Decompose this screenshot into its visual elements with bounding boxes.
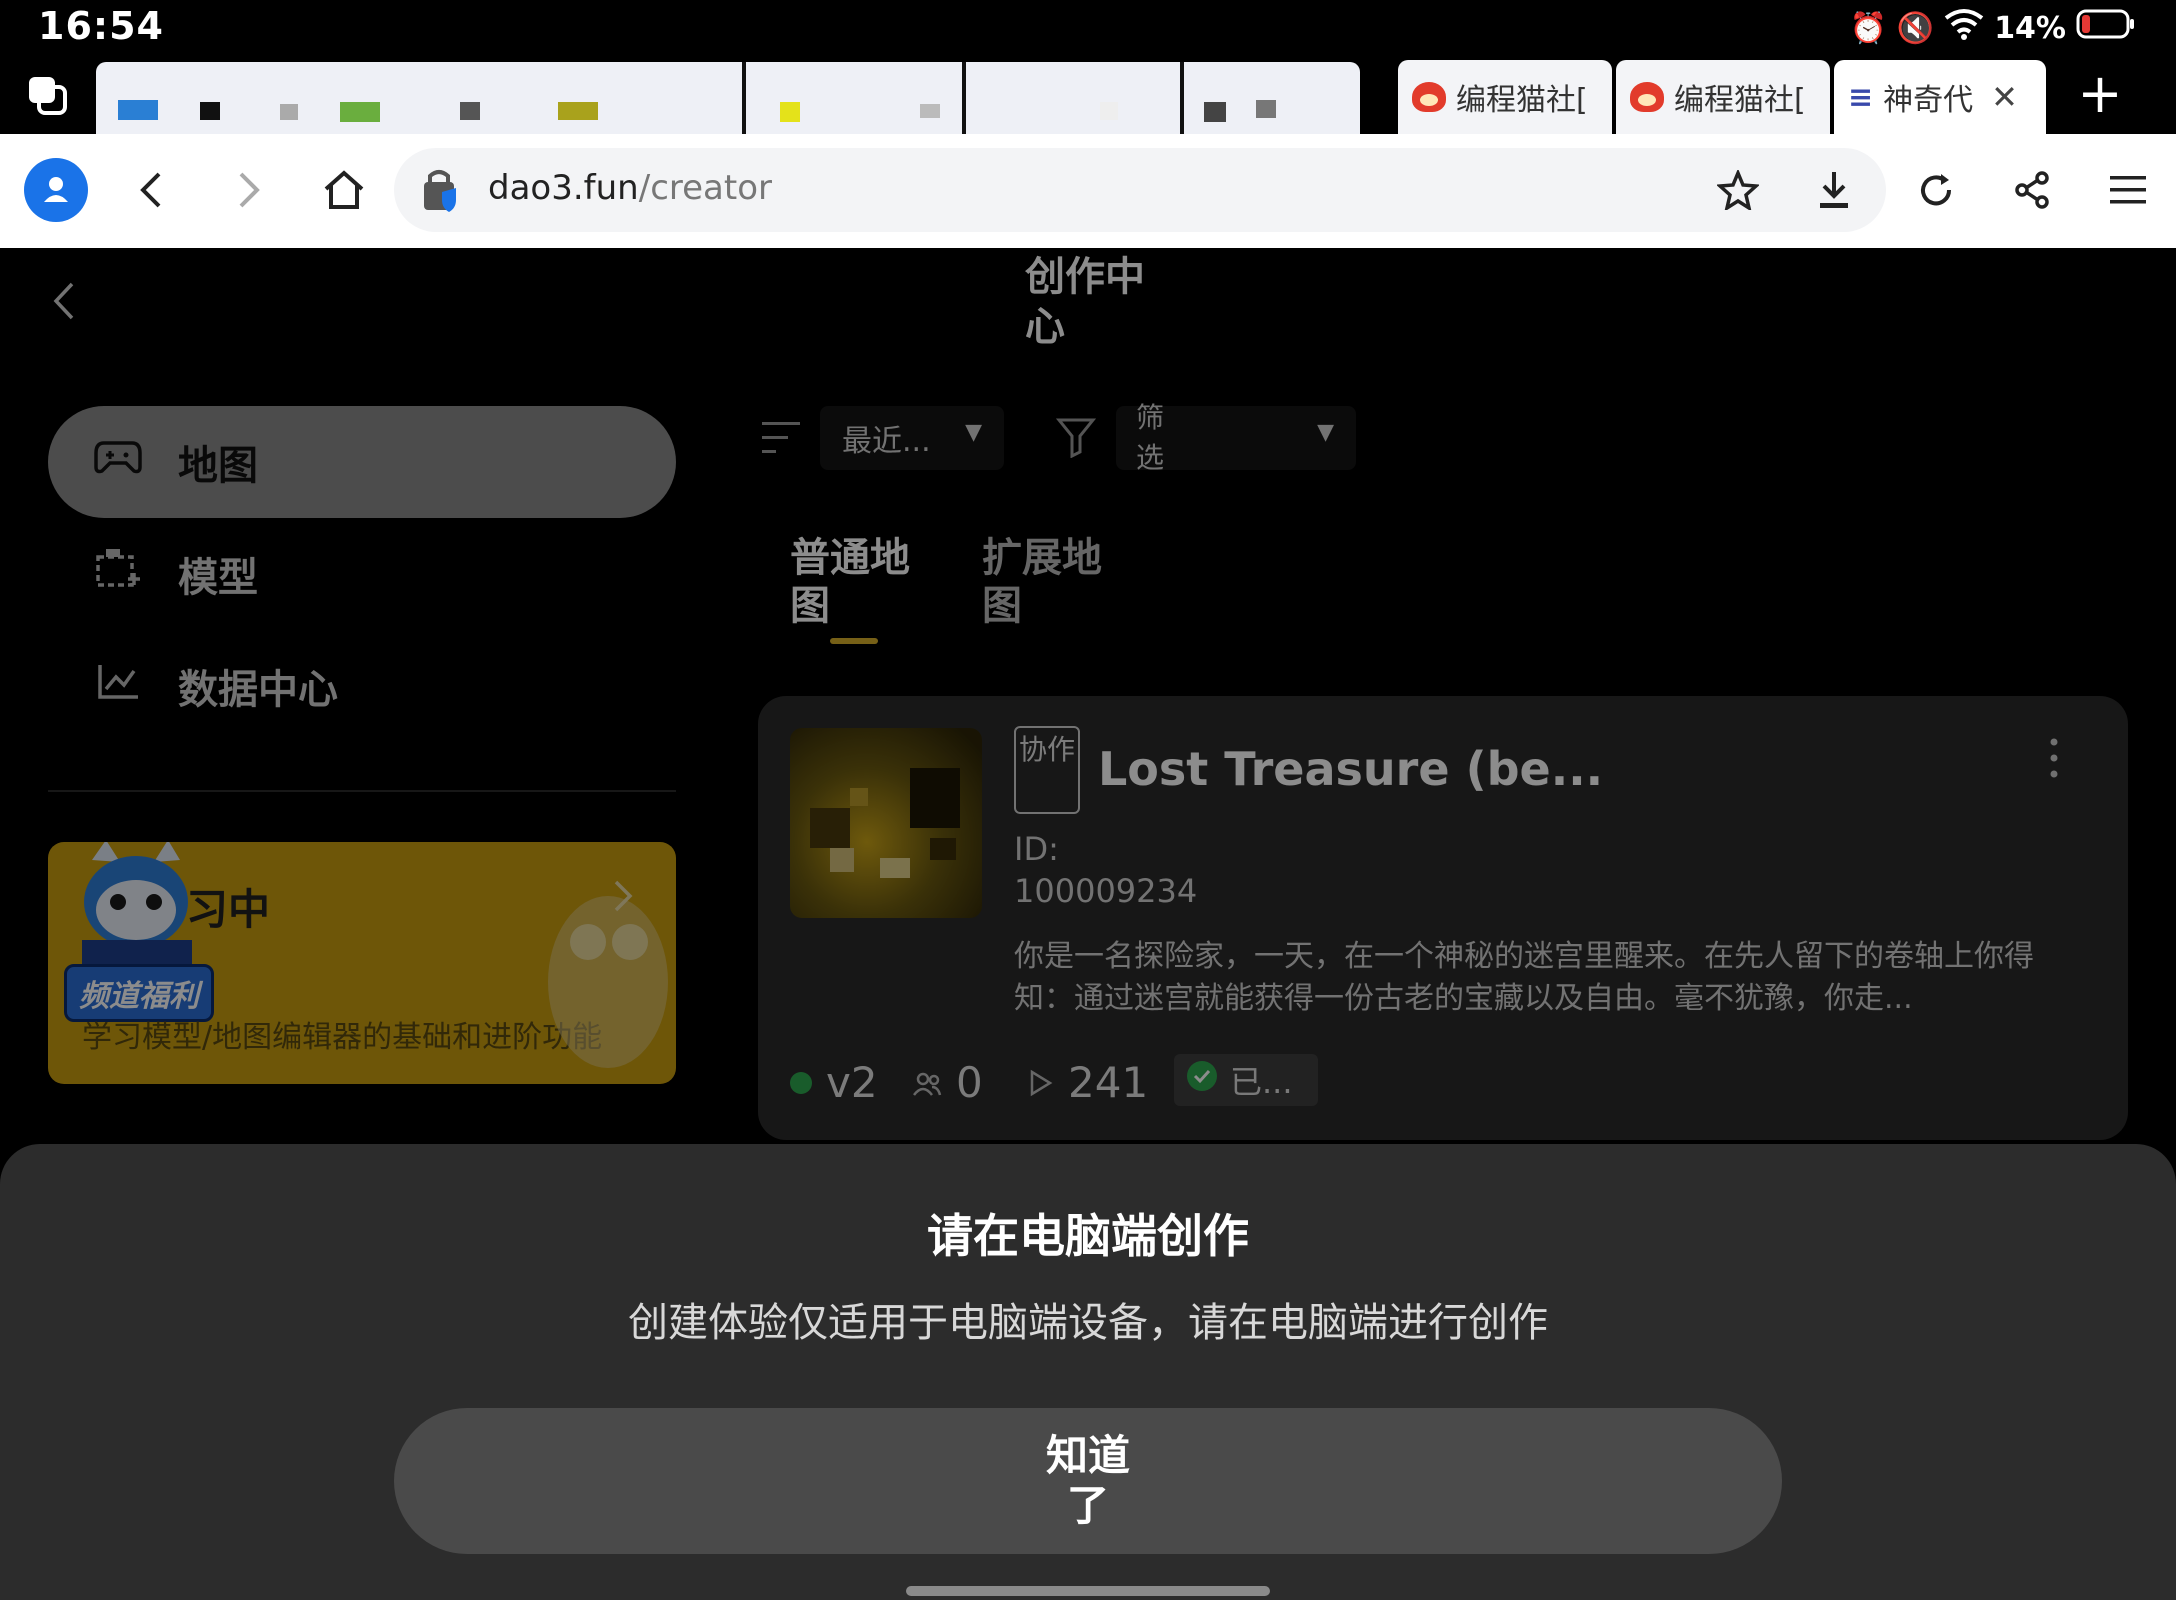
sidebar-item-label: 数据中心 xyxy=(178,667,338,713)
sidebar-item-data-center[interactable]: 数据中心 xyxy=(48,630,676,742)
dialog-message: 创建体验仅适用于电脑端设备，请在电脑端进行创作 xyxy=(628,1300,1548,1346)
check-circle-icon xyxy=(1186,1060,1218,1100)
chart-icon xyxy=(94,661,142,711)
codemao-icon xyxy=(1412,82,1446,112)
dialog-ok-button[interactable]: 知道了 xyxy=(394,1408,1782,1554)
sidebar-item-label: 模型 xyxy=(178,555,258,601)
site-security-icon[interactable] xyxy=(418,166,462,214)
url-domain: dao3.fun xyxy=(488,168,639,208)
browser-toolbar: dao3.fun/creator xyxy=(0,134,2176,249)
dialog-ok-label: 知道了 xyxy=(1045,1431,1130,1530)
tab-codemao-1[interactable]: 编程猫社[ xyxy=(1398,60,1612,134)
map-description: 你是一名探险家，一天，在一个神秘的迷宫里醒来。在先人留下的卷轴上你得知：通过迷宫… xyxy=(1014,939,2034,1016)
players-stat: 0 xyxy=(912,1058,983,1107)
gamepad-icon xyxy=(94,439,142,485)
sidebar-item-models[interactable]: 模型 xyxy=(48,518,676,630)
publish-status-chip: 已... xyxy=(1174,1054,1318,1106)
blurred-tabs[interactable] xyxy=(96,62,1360,134)
wifi-icon xyxy=(1944,8,1984,48)
mute-icon: 🔇 xyxy=(1896,10,1935,46)
sort-select[interactable]: 最近... ▼ xyxy=(820,406,1004,470)
codemao-icon xyxy=(1630,82,1664,112)
back-icon[interactable] xyxy=(122,160,182,220)
banner-text: 学习模型/地图编辑器的基础和进阶功能 xyxy=(82,1020,603,1055)
plays-count: 241 xyxy=(1068,1058,1149,1107)
users-icon xyxy=(912,1058,942,1107)
status-icons: ⏰ 🔇 14% xyxy=(1849,8,2136,48)
url-path: /creator xyxy=(638,168,772,208)
forward-icon[interactable] xyxy=(218,160,278,220)
version-dot xyxy=(790,1071,812,1094)
active-tab-indicator xyxy=(830,638,878,644)
tab-strip: 编程猫社[ 编程猫社[ ≡ 神奇代 ✕ + xyxy=(0,56,2176,134)
publish-status-label: 已... xyxy=(1230,1063,1293,1101)
bookmark-star-icon[interactable] xyxy=(1708,160,1768,220)
plays-stat: 241 xyxy=(1028,1058,1148,1107)
filter-select-value: 筛选 xyxy=(1136,401,1165,474)
sort-select-value: 最近... xyxy=(842,424,931,459)
tab-label: 神奇代 xyxy=(1883,83,1974,118)
tab-label: 编程猫社[ xyxy=(1674,83,1806,118)
close-icon[interactable]: ✕ xyxy=(1991,78,2018,116)
model-icon xyxy=(94,547,142,601)
sidebar-divider xyxy=(48,790,676,792)
filter-select[interactable]: 筛选 ▼ xyxy=(1116,401,1356,474)
version-stat: v2 xyxy=(790,1058,878,1107)
filter-icon[interactable] xyxy=(1055,416,1097,459)
share-icon[interactable] xyxy=(2002,160,2062,220)
version-label: v2 xyxy=(826,1058,878,1107)
map-id-value: 100009234 xyxy=(1014,872,1198,910)
owl-image xyxy=(538,872,676,1072)
status-bar: 16:54 ⏰ 🔇 14% xyxy=(0,0,2176,56)
tab-normal-maps[interactable]: 普通地图 xyxy=(790,534,920,630)
learning-banner[interactable]: 习中 频道福利 学习模型/地图编辑器的基础和进阶功能 xyxy=(48,842,676,1084)
url-text[interactable]: dao3.fun/creator xyxy=(488,168,772,208)
battery-percent: 14% xyxy=(1994,10,2066,46)
alarm-icon: ⏰ xyxy=(1849,10,1887,46)
desktop-only-dialog: 请在电脑端创作 创建体验仅适用于电脑端设备，请在电脑端进行创作 知道了 xyxy=(0,1144,2176,1600)
menu-icon[interactable] xyxy=(2098,160,2158,220)
gesture-home-bar[interactable] xyxy=(906,1586,1270,1596)
tab-codemao-2[interactable]: 编程猫社[ xyxy=(1616,60,1830,134)
map-card[interactable]: 协作 Lost Treasure (be... ID: 100009234 你是… xyxy=(758,696,2128,1140)
chevron-right-icon[interactable] xyxy=(608,876,636,916)
sidebar-item-label: 地图 xyxy=(178,443,258,489)
reload-icon[interactable] xyxy=(1906,160,1966,220)
profile-avatar[interactable] xyxy=(24,158,88,222)
sidebar-item-maps[interactable]: 地图 xyxy=(48,406,676,518)
dialog-title: 请在电脑端创作 xyxy=(927,1209,1249,1263)
sort-icon[interactable] xyxy=(760,418,802,458)
more-options-icon[interactable] xyxy=(2044,736,2064,780)
clock: 16:54 xyxy=(38,4,164,48)
map-title[interactable]: Lost Treasure (be... xyxy=(1098,742,1603,796)
download-icon[interactable] xyxy=(1804,160,1864,220)
battery-icon xyxy=(2076,8,2136,48)
chevron-down-icon: ▼ xyxy=(965,420,982,445)
home-icon[interactable] xyxy=(314,160,374,220)
app-icon: ≡ xyxy=(1848,79,1874,115)
mascot-image xyxy=(72,842,202,980)
tab-switcher-icon[interactable] xyxy=(26,74,68,116)
tab-extended-maps[interactable]: 扩展地图 xyxy=(982,534,1112,630)
players-count: 0 xyxy=(956,1058,983,1107)
chevron-down-icon: ▼ xyxy=(1317,420,1334,445)
tab-label: 编程猫社[ xyxy=(1456,83,1588,118)
tab-active[interactable]: ≡ 神奇代 ✕ xyxy=(1834,60,2046,134)
banner-heading: 习中 xyxy=(186,885,271,934)
page-title: 创作中心 xyxy=(1025,254,1145,350)
new-tab-icon[interactable]: + xyxy=(2076,64,2124,124)
page-back-icon[interactable] xyxy=(48,278,82,324)
address-bar[interactable]: dao3.fun/creator xyxy=(394,148,1886,232)
map-id-label: ID: xyxy=(1014,830,1059,868)
map-thumbnail xyxy=(790,728,982,918)
play-icon xyxy=(1028,1058,1054,1107)
map-id: ID: 100009234 xyxy=(1014,828,1197,912)
collaboration-badge: 协作 xyxy=(1014,726,1080,814)
